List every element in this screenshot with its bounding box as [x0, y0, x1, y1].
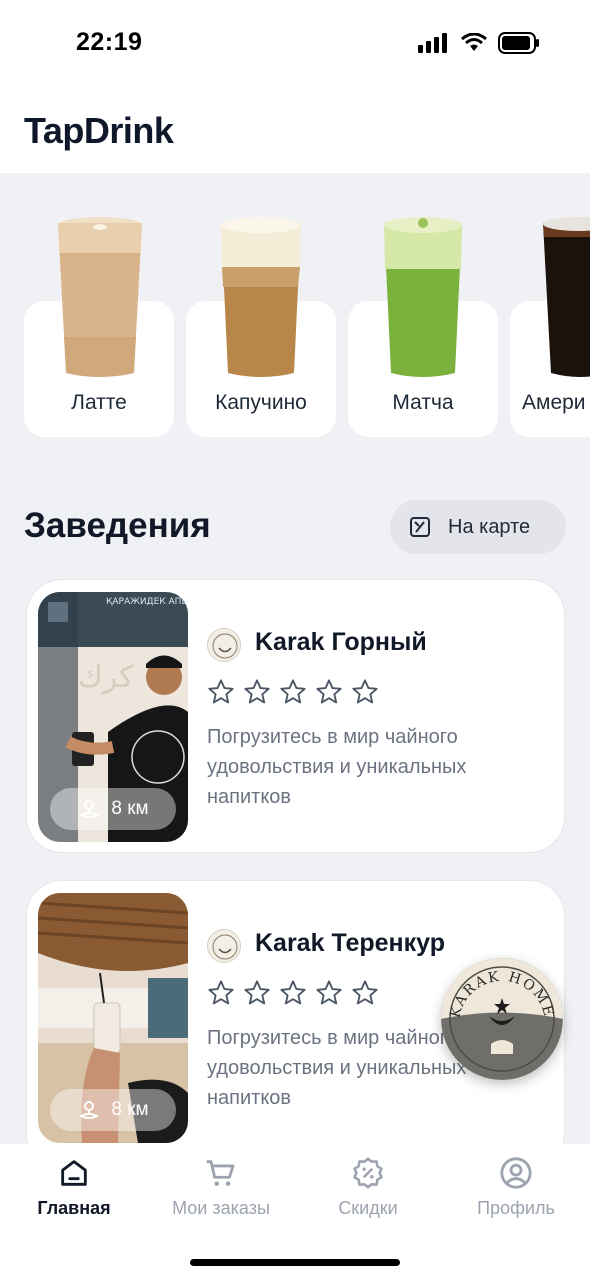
star-icon: [244, 980, 270, 1005]
app-title: TapDrink: [24, 110, 174, 151]
karak-home-logo-icon: KARAK HOME: [441, 958, 563, 1080]
star-icon: [208, 679, 234, 704]
profile-icon: [500, 1157, 532, 1189]
distance-text: 8 км: [111, 1099, 149, 1120]
tab-discounts-label: Скидки: [338, 1198, 398, 1218]
status-time: 22:19: [76, 28, 143, 56]
drink-label-matcha: Матча: [392, 391, 454, 414]
venue-logo: [207, 628, 241, 662]
star-icon: [352, 980, 378, 1005]
location-pin-icon: [79, 800, 100, 818]
star-icon: [352, 679, 378, 704]
tab-profile-label: Профиль: [477, 1198, 555, 1218]
star-icon: [280, 679, 306, 704]
drink-label-cappuccino: Капучино: [215, 391, 307, 414]
battery-icon: [498, 32, 539, 54]
star-icon: [316, 679, 342, 704]
tab-discounts[interactable]: Скидки: [294, 1156, 442, 1219]
venue-name: Karak Горный: [255, 628, 427, 656]
venue-card-karak-gorny[interactable]: ҚАРАЖИДЕК АПЕЛЬСИН كرك 8 км Karak Горный: [26, 579, 565, 853]
distance-text: 8 км: [111, 798, 149, 819]
signal-icon: [418, 33, 447, 53]
home-indicator[interactable]: [190, 1259, 400, 1266]
star-icon: [244, 679, 270, 704]
home-icon: [61, 1160, 87, 1186]
distance-badge: 8 км: [50, 788, 176, 830]
venue-description: Погрузитесь в мир чайного удовольствия и…: [207, 726, 467, 808]
svg-text:كرك: كرك: [78, 660, 134, 695]
star-icon: [280, 980, 306, 1005]
venue-photo: ҚАРАЖИДЕК АПЕЛЬСИН كرك 8 км: [38, 592, 188, 842]
distance-badge: 8 км: [50, 1089, 176, 1131]
app-header: TapDrink: [0, 90, 590, 173]
location-pin-icon: [79, 1101, 100, 1119]
wifi-icon: [461, 33, 487, 51]
photo-sign-text: ҚАРАЖИДЕК АПЕЛЬСИН: [106, 597, 188, 607]
tab-profile[interactable]: Профиль: [442, 1156, 590, 1219]
drinks-carousel[interactable]: Латте Капучино Матча Амери: [0, 173, 590, 463]
venue-logo: [207, 929, 241, 963]
tab-orders[interactable]: Мои заказы: [147, 1156, 295, 1219]
cappuccino-glass-image: [221, 217, 301, 377]
venue-name: Karak Теренкур: [255, 929, 446, 957]
latte-glass-image: [58, 217, 142, 377]
drink-label-americano: Амери: [522, 391, 586, 414]
matcha-glass-image: [384, 217, 462, 377]
karak-logo-icon: [212, 934, 238, 960]
rating-stars: [207, 678, 379, 706]
star-icon: [316, 980, 342, 1005]
map-icon: [410, 517, 430, 537]
tab-orders-label: Мои заказы: [172, 1198, 270, 1218]
karak-logo-icon: [212, 633, 238, 659]
venue-photo: 8 км: [38, 893, 188, 1143]
tab-home[interactable]: Главная: [0, 1156, 148, 1219]
discount-icon: [353, 1157, 383, 1189]
karak-home-floating-button[interactable]: KARAK HOME: [441, 958, 563, 1080]
drink-label-latte: Латте: [71, 391, 127, 414]
star-icon: [208, 980, 234, 1005]
venues-section-title: Заведения: [24, 506, 211, 545]
rating-stars: [207, 979, 379, 1007]
americano-glass-image: [543, 217, 590, 377]
map-button-label: На карте: [448, 515, 531, 538]
tab-home-label: Главная: [37, 1198, 111, 1218]
cart-icon: [206, 1160, 235, 1186]
map-button[interactable]: На карте: [390, 500, 566, 554]
status-icons: [418, 32, 540, 54]
status-bar: 22:19: [0, 0, 590, 90]
